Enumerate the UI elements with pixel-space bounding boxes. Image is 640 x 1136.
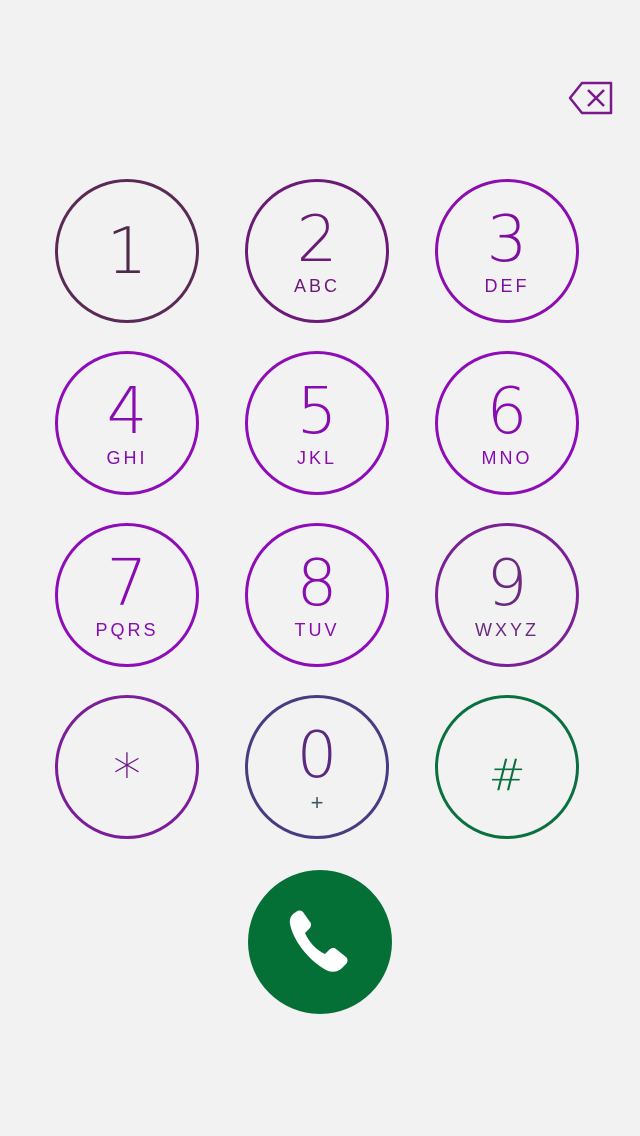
key-digit: # (488, 750, 526, 801)
key-letters: MNO (481, 448, 533, 468)
key-letters: TUV (294, 620, 340, 640)
key-digit: 6 (486, 375, 528, 449)
key-digit: * (113, 743, 141, 808)
key-digit: 7 (106, 547, 148, 621)
key-6[interactable]: 6 MNO (435, 351, 579, 495)
key-letters: PQRS (95, 620, 159, 640)
key-letters: WXYZ (475, 620, 539, 640)
key-7[interactable]: 7 PQRS (55, 523, 199, 667)
phone-icon (289, 910, 348, 972)
key-digit: 4 (106, 375, 148, 449)
key-digit: 3 (486, 203, 528, 277)
key-8[interactable]: 8 TUV (245, 523, 389, 667)
key-letters: ABC (293, 276, 340, 296)
key-letters: JKL (296, 448, 338, 468)
key-hash[interactable]: # (435, 695, 579, 839)
key-digit: 5 (296, 375, 338, 449)
call-button[interactable] (248, 870, 392, 1014)
key-2[interactable]: 2 ABC (245, 179, 389, 323)
key-digit: 2 (296, 203, 338, 277)
key-5[interactable]: 5 JKL (245, 351, 389, 495)
key-digit: 1 (106, 215, 148, 289)
key-4[interactable]: 4 GHI (55, 351, 199, 495)
key-digit: 9 (486, 547, 528, 621)
key-3[interactable]: 3 DEF (435, 179, 579, 323)
key-digit: 0 (296, 719, 338, 793)
key-digit: 8 (296, 547, 338, 621)
key-star[interactable]: * (55, 695, 199, 839)
key-letters: + (310, 790, 324, 815)
key-1[interactable]: 1 (55, 179, 199, 323)
key-0[interactable]: 0 + (245, 695, 389, 839)
key-letters: DEF (484, 276, 530, 296)
key-letters: GHI (106, 448, 148, 468)
key-9[interactable]: 9 WXYZ (435, 523, 579, 667)
